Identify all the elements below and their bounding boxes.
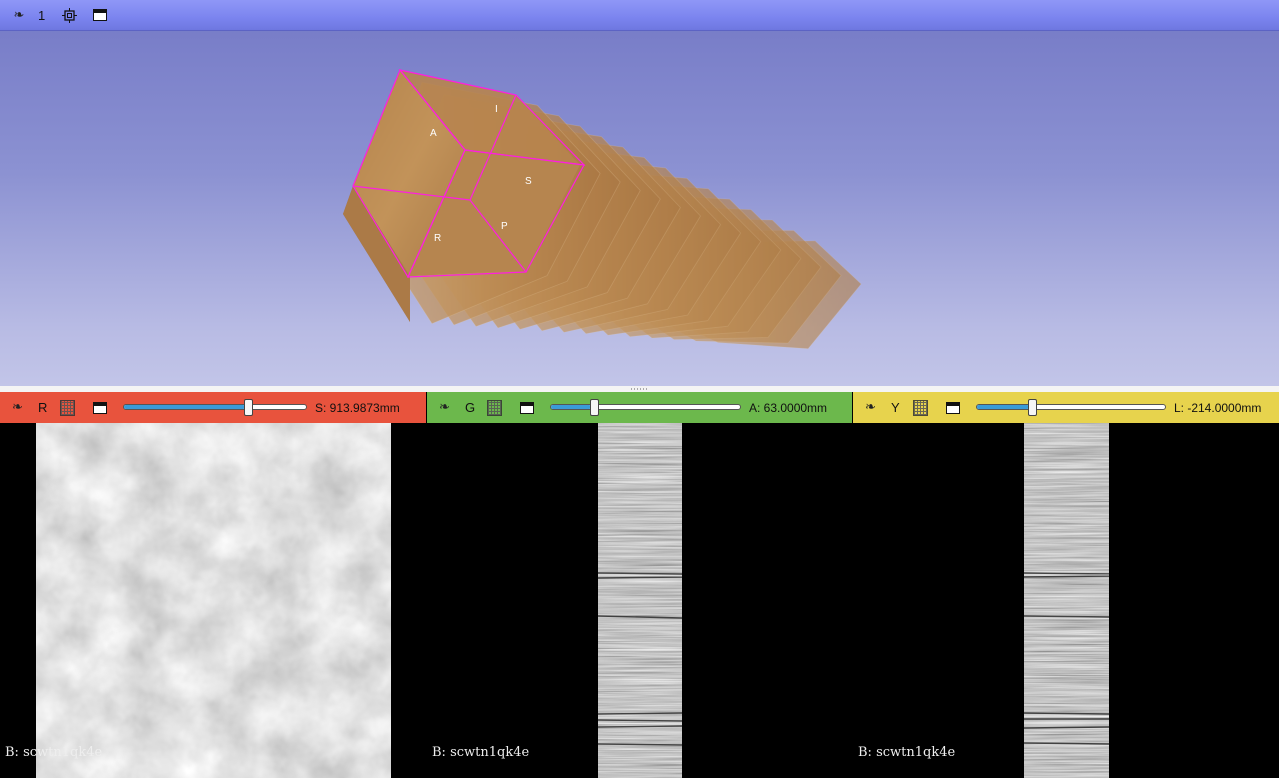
slider-handle[interactable] — [1028, 398, 1037, 416]
orientation-label-r: R — [434, 233, 441, 244]
slider-handle[interactable] — [590, 398, 599, 416]
orientation-label-i: I — [495, 104, 498, 115]
slice-view-red[interactable]: ❧ R S: 913.9873mm B: scwtn1qk4e — [0, 392, 426, 778]
slice-controller-bar-red: ❧ R S: 913.9873mm — [0, 392, 426, 423]
slice-link-icon[interactable] — [487, 399, 502, 416]
slice-image-red[interactable] — [36, 423, 391, 778]
slice-controller-bar-yellow: ❧ Y L: -214.0000mm — [853, 392, 1279, 423]
slider-handle[interactable] — [244, 398, 253, 416]
slice-image-yellow[interactable] — [1024, 423, 1109, 778]
slice-view-green[interactable]: ❧ G A: 63.0000mm B: scwtn1qk4e — [427, 392, 852, 778]
slice-image-green[interactable] — [598, 423, 682, 778]
slice-link-icon[interactable] — [913, 399, 928, 416]
background-volume-label-green: B: scwtn1qk4e — [432, 745, 530, 760]
center-view-icon — [61, 7, 77, 23]
slice-offset-label-green: A: 63.0000mm — [749, 400, 828, 415]
slice-link-icon[interactable] — [60, 399, 75, 416]
splitter-grip[interactable] — [631, 388, 649, 390]
view-letter-green: G — [465, 400, 476, 415]
background-volume-label-yellow: B: scwtn1qk4e — [858, 745, 956, 760]
slice-offset-slider-red[interactable] — [123, 398, 307, 417]
background-volume-label-red: B: scwtn1qk4e — [5, 745, 103, 760]
pin-icon[interactable]: ❧ — [865, 400, 881, 415]
pin-icon[interactable]: ❧ — [439, 400, 455, 415]
orientation-label-p: P — [501, 221, 508, 232]
3d-view[interactable]: A I S R P ❧ 1 — [0, 0, 1279, 386]
maximize-view-icon — [93, 9, 108, 21]
center-view-button[interactable] — [59, 4, 79, 26]
maximize-view-icon[interactable] — [946, 401, 960, 414]
slice-offset-label-yellow: L: -214.0000mm — [1174, 400, 1262, 415]
slice-view-yellow[interactable]: ❧ Y L: -214.0000mm B: scwtn1qk4e — [853, 392, 1279, 778]
view-letter-red: R — [38, 400, 48, 415]
view-number-label: 1 — [38, 7, 46, 23]
volume-rendering[interactable]: A I S R P — [0, 0, 1279, 386]
slice-offset-slider-green[interactable] — [550, 398, 741, 417]
pin-button[interactable]: ❧ — [10, 4, 28, 26]
maximize-view-icon[interactable] — [520, 401, 534, 414]
maximize-view-button[interactable] — [93, 4, 108, 26]
3d-view-controller-bar: ❧ 1 — [0, 0, 1279, 31]
view-letter-yellow: Y — [891, 400, 900, 415]
orientation-label-s: S — [525, 176, 532, 187]
slice-controller-bar-green: ❧ G A: 63.0000mm — [427, 392, 852, 423]
slice-offset-label-red: S: 913.9873mm — [315, 400, 400, 415]
pin-icon[interactable]: ❧ — [12, 400, 28, 415]
slice-offset-slider-yellow[interactable] — [976, 398, 1166, 417]
maximize-view-icon[interactable] — [93, 401, 107, 414]
pin-icon: ❧ — [13, 7, 25, 23]
orientation-label-a: A — [430, 128, 437, 139]
